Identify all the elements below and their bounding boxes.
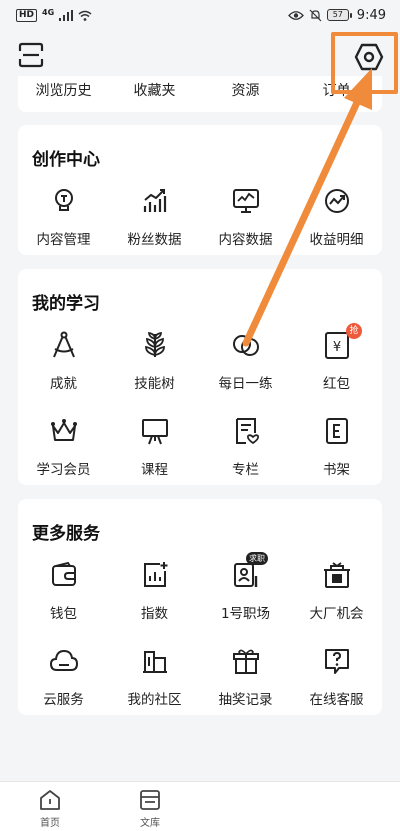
my-study-title: 我的学习	[32, 294, 100, 314]
study-item-membership[interactable]: 学习会员	[18, 411, 109, 497]
network-type: 4G	[42, 7, 55, 17]
creation-item-label: 粉丝数据	[127, 232, 182, 248]
study-item-achievement[interactable]: 成就	[18, 325, 109, 411]
creation-center-grid: 内容管理 粉丝数据 内容数据 收益明细	[18, 181, 382, 267]
crown-icon	[50, 419, 77, 441]
compass-icon	[52, 331, 75, 358]
study-item-red-packet[interactable]: ¥ 抢 红包	[291, 323, 382, 411]
status-right: 57 9:49	[287, 7, 386, 23]
service-item-wallet[interactable]: 钱包	[18, 555, 109, 641]
quick-link-resources[interactable]: 资源	[200, 80, 291, 100]
creation-item-label: 收益明细	[309, 232, 364, 248]
service-item-label: 大厂机会	[309, 606, 364, 622]
creation-center-title: 创作中心	[32, 150, 100, 170]
home-icon	[40, 790, 60, 810]
wallet-icon	[51, 561, 76, 586]
bar-chart-icon	[143, 189, 166, 212]
shop-gift-icon	[323, 562, 350, 588]
red-packet-badge: 抢	[346, 323, 362, 339]
nav-library[interactable]: 文库	[125, 788, 175, 829]
clock: 9:49	[356, 7, 386, 23]
service-item-label: 指数	[141, 606, 168, 622]
help-chat-icon	[324, 649, 349, 674]
more-services-card: 更多服务 钱包 指数 求职 1号职场 大厂机会 云服务 我的社区 抽奖记录 在线…	[18, 499, 382, 715]
study-item-label: 红包	[323, 376, 350, 392]
service-item-cloud[interactable]: 云服务	[18, 641, 109, 727]
community-icon	[142, 651, 167, 673]
cloud-icon	[49, 649, 78, 671]
more-services-title: 更多服务	[32, 524, 100, 544]
mute-bell-icon	[309, 9, 322, 21]
study-item-daily-practice[interactable]: 每日一练	[200, 325, 291, 411]
creation-item-content-manage[interactable]: 内容管理	[18, 181, 109, 267]
nav-home-label: 首页	[40, 818, 60, 829]
service-item-index[interactable]: 指数	[109, 555, 200, 641]
creation-item-earnings[interactable]: 收益明细	[291, 181, 382, 267]
book-e-icon	[325, 418, 348, 444]
nav-home[interactable]: 首页	[25, 788, 75, 829]
service-item-label: 1号职场	[220, 606, 271, 622]
service-item-label: 在线客服	[309, 692, 364, 708]
study-item-label: 技能树	[134, 376, 175, 392]
my-study-grid: 成就 技能树 每日一练 ¥ 抢 红包 学习会员 课程 专栏 书架	[18, 323, 382, 497]
study-item-bookshelf[interactable]: 书架	[291, 411, 382, 497]
quick-link-favorites[interactable]: 收藏夹	[109, 80, 200, 100]
creation-item-content-data[interactable]: 内容数据	[200, 181, 291, 267]
battery-icon: 57	[326, 9, 352, 21]
scan-button-icon[interactable]	[18, 42, 44, 68]
wifi-icon	[78, 10, 92, 21]
study-item-label: 专栏	[232, 462, 259, 478]
creation-item-label: 内容管理	[36, 232, 91, 248]
creation-item-fans-data[interactable]: 粉丝数据	[109, 181, 200, 267]
easel-icon	[141, 419, 168, 445]
service-item-label: 我的社区	[127, 692, 182, 708]
creation-center-card: 创作中心 内容管理 粉丝数据 内容数据 收益明细	[18, 125, 382, 255]
hd-indicator: HD	[16, 8, 38, 22]
status-left: HD 4G	[16, 7, 92, 22]
study-item-column[interactable]: 专栏	[200, 411, 291, 497]
quick-link-history[interactable]: 浏览历史	[18, 80, 109, 100]
battery-level: 57	[326, 9, 349, 21]
eye-icon	[287, 10, 304, 20]
creation-item-label: 内容数据	[218, 232, 273, 248]
study-item-label: 书架	[323, 462, 350, 478]
study-item-label: 课程	[141, 462, 168, 478]
column-doc-icon	[235, 418, 259, 445]
monitor-chart-icon	[232, 189, 259, 213]
status-bar: HD 4G 57 9:49	[0, 0, 400, 30]
settings-highlight-box	[331, 32, 398, 94]
signal-icon	[59, 9, 74, 21]
index-chart-icon	[143, 562, 167, 587]
service-item-lottery[interactable]: 抽奖记录	[200, 641, 291, 727]
job-badge: 求职	[246, 552, 268, 565]
more-services-grid: 钱包 指数 求职 1号职场 大厂机会 云服务 我的社区 抽奖记录 在线客服	[18, 552, 382, 727]
service-item-support[interactable]: 在线客服	[291, 641, 382, 727]
service-item-label: 云服务	[43, 692, 84, 708]
earnings-icon	[324, 189, 349, 213]
wheat-icon	[144, 331, 165, 357]
gift-icon	[232, 649, 259, 674]
service-item-label: 抽奖记录	[218, 692, 273, 708]
circles-icon	[232, 335, 259, 356]
service-item-big-company[interactable]: 大厂机会	[291, 555, 382, 641]
lightbulb-icon	[54, 189, 73, 211]
svg-text:¥: ¥	[332, 340, 340, 355]
study-item-label: 成就	[50, 376, 77, 392]
my-study-card: 我的学习 成就 技能树 每日一练 ¥ 抢 红包 学习会员 课程 专栏 书架	[18, 269, 382, 485]
service-item-job[interactable]: 求职 1号职场	[200, 552, 291, 641]
study-item-skill-tree[interactable]: 技能树	[109, 325, 200, 411]
study-item-label: 学习会员	[36, 462, 91, 478]
library-icon	[140, 790, 160, 810]
service-item-label: 钱包	[50, 606, 77, 622]
study-item-label: 每日一练	[218, 376, 273, 392]
study-item-courses[interactable]: 课程	[109, 411, 200, 497]
bottom-nav: 首页 文库	[0, 781, 400, 831]
nav-library-label: 文库	[140, 818, 160, 829]
service-item-community[interactable]: 我的社区	[109, 641, 200, 727]
